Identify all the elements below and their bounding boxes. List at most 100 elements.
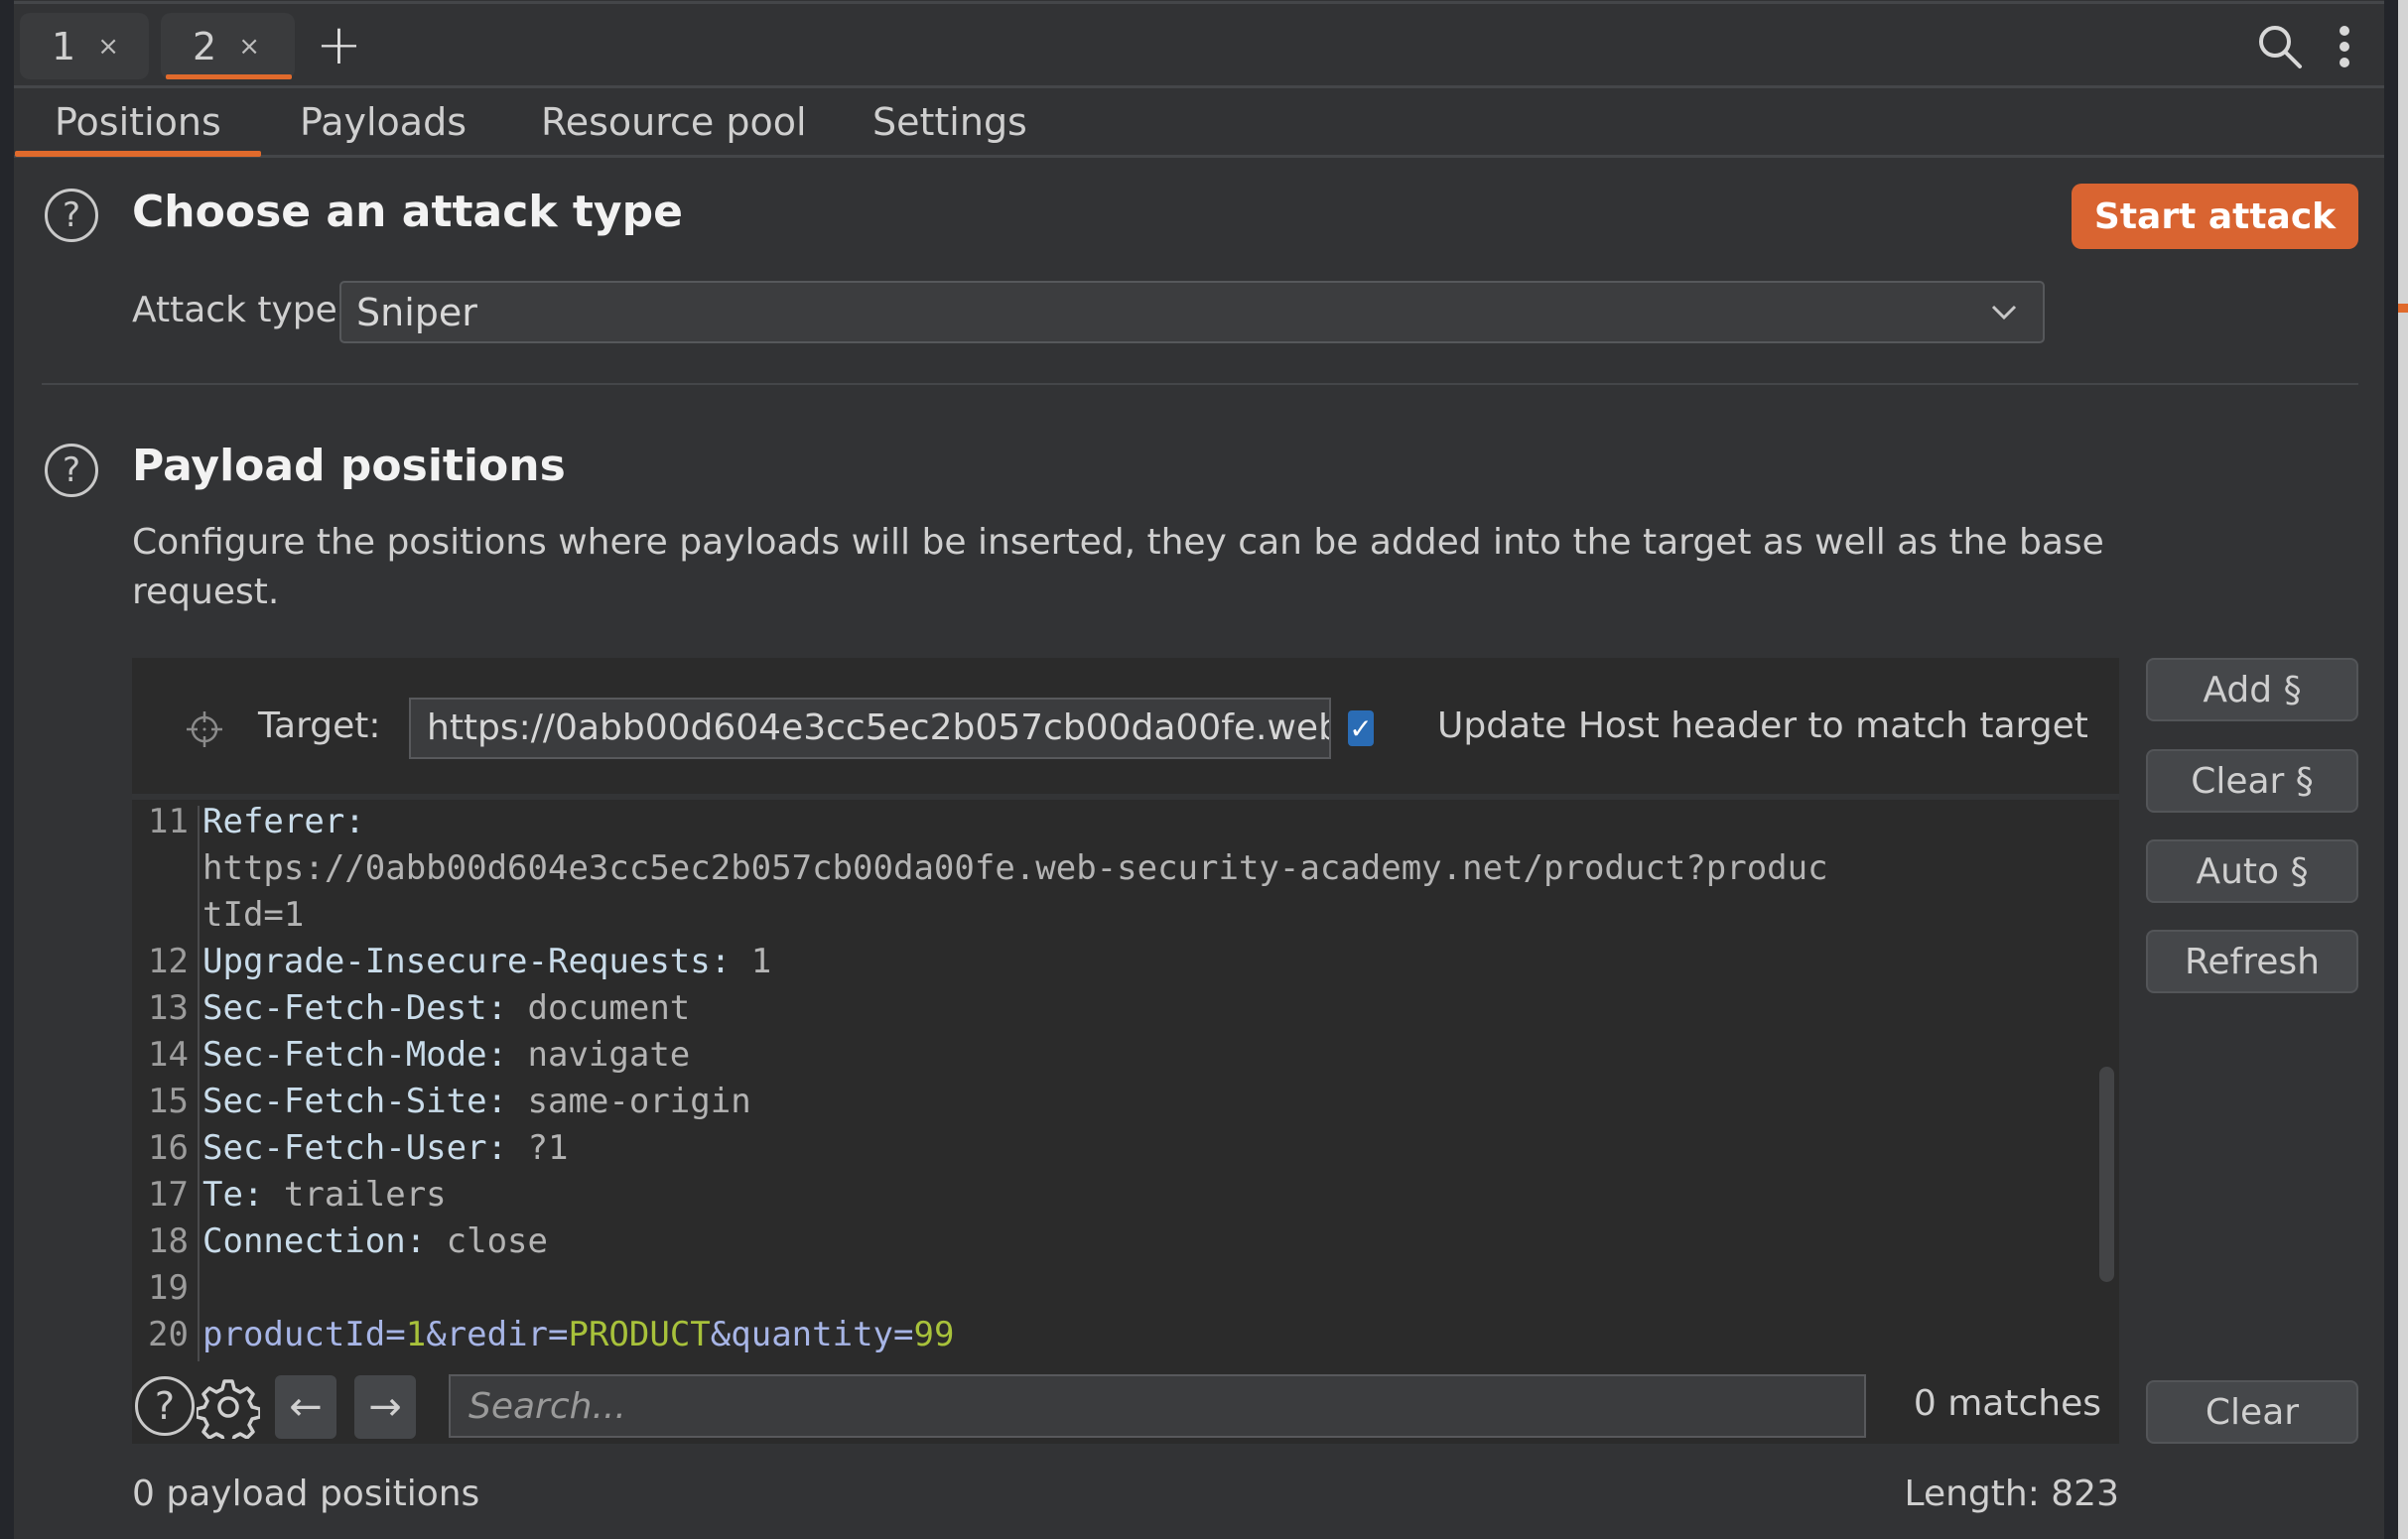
line-content: tId=1 (202, 892, 304, 939)
line-number: 17 (148, 1175, 189, 1215)
param-name: productId= (202, 1315, 406, 1354)
line-content: Sec-Fetch-User: ?1 (202, 1125, 568, 1172)
crosshair-icon (185, 709, 224, 749)
tab-payloads[interactable]: Payloads (300, 97, 467, 147)
help-circle-icon[interactable]: ? (45, 189, 98, 242)
header-name: Sec-Fetch-Mode: (202, 1035, 508, 1075)
code-line: 11 Referer: (139, 799, 1828, 845)
code-line: 16 Sec-Fetch-User: ?1 (139, 1125, 1828, 1172)
tab-resource-pool[interactable]: Resource pool (541, 97, 807, 147)
line-content: Sec-Fetch-Site: same-origin (202, 1079, 751, 1125)
search-input[interactable] (449, 1374, 1866, 1438)
line-number (139, 892, 189, 939)
section-description-line-1: Configure the positions where payloads w… (132, 522, 2104, 563)
more-vertical-icon[interactable] (2338, 24, 2351, 73)
section-title-attack-type: Choose an attack type (132, 187, 683, 237)
auto-markers-button[interactable]: Auto § (2146, 839, 2358, 903)
refresh-button[interactable]: Refresh (2146, 930, 2358, 993)
header-name: Referer: (202, 802, 365, 841)
header-name: Connection: (202, 1221, 427, 1261)
line-number: 19 (148, 1268, 189, 1308)
target-input[interactable]: https://0abb00d604e3cc5ec2b057cb00da00fe… (409, 698, 1331, 759)
editor-scrollbar[interactable] (2099, 1067, 2114, 1282)
code-line: 19 (139, 1265, 1828, 1312)
line-number: 16 (148, 1128, 189, 1168)
add-tab-button[interactable]: + (316, 18, 362, 73)
line-number: 18 (148, 1221, 189, 1261)
update-host-label: Update Host header to match target (1437, 705, 2088, 746)
tab-positions[interactable]: Positions (55, 97, 221, 147)
attack-type-value: Sniper (356, 290, 477, 334)
line-number: 20 (148, 1315, 189, 1354)
adjacent-panel-marker (2398, 304, 2408, 313)
active-subtab-indicator (15, 151, 261, 157)
header-name: Upgrade-Insecure-Requests: (202, 942, 732, 981)
update-host-checkbox[interactable]: ✓ (1348, 710, 1374, 746)
section-divider (42, 383, 2358, 385)
tab-bar-divider (14, 85, 2384, 88)
code-line-body: 20 productId=1&redir=PRODUCT&quantity=99 (139, 1312, 1828, 1358)
line-content: Sec-Fetch-Dest: document (202, 985, 690, 1032)
line-number: 15 (148, 1082, 189, 1121)
request-length: Length: 823 (1904, 1474, 2119, 1514)
code-line: https://0abb00d604e3cc5ec2b057cb00da00fe… (139, 845, 1828, 892)
header-value: close (426, 1221, 548, 1261)
code-line: 14 Sec-Fetch-Mode: navigate (139, 1032, 1828, 1079)
start-attack-button[interactable]: Start attack (2072, 184, 2358, 249)
gear-icon[interactable] (195, 1375, 262, 1447)
help-circle-icon[interactable]: ? (135, 1376, 195, 1436)
attack-type-dropdown[interactable]: Sniper (339, 281, 2045, 343)
section-title-payload-positions: Payload positions (132, 441, 566, 491)
line-number (139, 845, 189, 892)
search-icon[interactable] (2255, 22, 2305, 71)
attack-type-label: Attack type: (132, 290, 349, 330)
header-value: 1 (731, 942, 772, 981)
right-window-edge (2384, 0, 2398, 1539)
header-value: https://0abb00d604e3cc5ec2b057cb00da00fe… (202, 848, 1828, 888)
tab-close-icon[interactable]: × (97, 32, 119, 62)
param-name: &quantity= (710, 1315, 914, 1354)
tab-2[interactable]: 2 × (161, 13, 295, 79)
header-value: trailers (263, 1175, 447, 1215)
active-tab-indicator (166, 74, 292, 79)
header-value: same-origin (507, 1082, 751, 1121)
code-line: 15 Sec-Fetch-Site: same-origin (139, 1079, 1828, 1125)
code-line: tId=1 (139, 892, 1828, 939)
line-content: Upgrade-Insecure-Requests: 1 (202, 939, 771, 985)
clear-search-button[interactable]: Clear (2146, 1380, 2358, 1444)
request-body: productId=1&redir=PRODUCT&quantity=99 (202, 1312, 954, 1358)
code-line: 13 Sec-Fetch-Dest: document (139, 985, 1828, 1032)
match-count: 0 matches (1913, 1383, 2101, 1424)
target-label: Target: (258, 705, 381, 746)
tab-label: 2 (193, 24, 217, 68)
tab-label: 1 (52, 24, 76, 68)
adjacent-panel-edge (2398, 0, 2408, 1539)
top-border (14, 1, 2384, 4)
line-content: https://0abb00d604e3cc5ec2b057cb00da00fe… (202, 845, 1828, 892)
line-number: 11 (148, 802, 189, 841)
header-name: Sec-Fetch-Site: (202, 1082, 508, 1121)
param-value: PRODUCT (568, 1315, 711, 1354)
next-match-button[interactable]: → (354, 1375, 416, 1439)
help-circle-icon[interactable]: ? (45, 444, 98, 497)
tab-settings[interactable]: Settings (872, 97, 1027, 147)
line-number: 14 (148, 1035, 189, 1075)
header-name: Sec-Fetch-Dest: (202, 988, 508, 1028)
line-content: Referer: (202, 799, 365, 845)
request-lines: 11 Referer: https://0abb00d604e3cc5ec2b057… (139, 799, 1828, 1358)
header-value: navigate (507, 1035, 691, 1075)
add-marker-button[interactable]: Add § (2146, 658, 2358, 721)
header-value: ?1 (507, 1128, 569, 1168)
tab-1[interactable]: 1 × (20, 13, 149, 79)
line-number: 12 (148, 942, 189, 981)
header-value: document (507, 988, 691, 1028)
previous-match-button[interactable]: ← (275, 1375, 336, 1439)
line-content: Te: trailers (202, 1172, 447, 1218)
tab-close-icon[interactable]: × (238, 32, 260, 62)
clear-markers-button[interactable]: Clear § (2146, 749, 2358, 813)
subtab-divider (14, 155, 2384, 158)
line-content: Sec-Fetch-Mode: navigate (202, 1032, 690, 1079)
header-name: Sec-Fetch-User: (202, 1128, 508, 1168)
line-number: 13 (148, 988, 189, 1028)
header-value: tId=1 (202, 895, 305, 935)
